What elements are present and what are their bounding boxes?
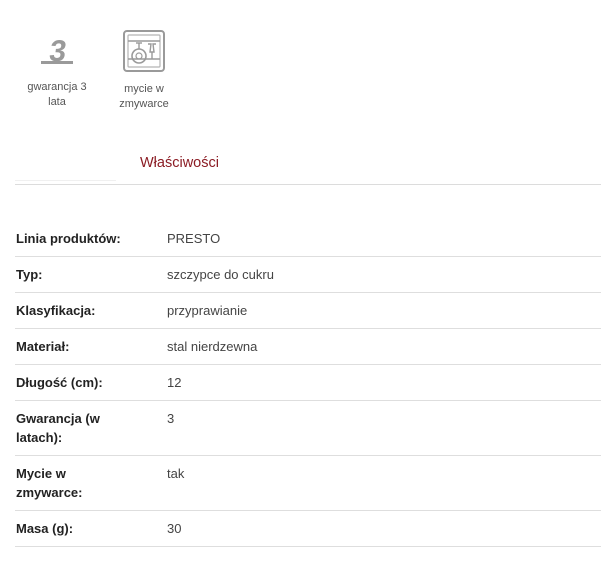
- badge-dishwasher: mycie w zmywarce: [104, 30, 184, 112]
- property-key: Klasyfikacja:: [16, 303, 96, 318]
- table-row: Masa (g): 30: [15, 511, 601, 547]
- section-divider: [15, 180, 601, 185]
- property-key: Materiał:: [16, 339, 70, 354]
- warranty-3-years-icon: 3: [41, 35, 73, 68]
- table-row: Typ: szczypce do cukru: [15, 257, 601, 293]
- properties-table: Linia produktów: PRESTO Typ: szczypce do…: [15, 220, 601, 547]
- property-key: Długość (cm):: [16, 375, 103, 390]
- property-value: 30: [167, 521, 182, 536]
- property-value: 12: [167, 375, 182, 390]
- property-value: 3: [167, 411, 175, 426]
- table-row: Materiał: stal nierdzewna: [15, 329, 601, 365]
- badge-warranty: 3 gwarancja 3 lata: [17, 30, 97, 110]
- table-row: Klasyfikacja: przyprawianie: [15, 293, 601, 329]
- badge-warranty-label: gwarancja 3 lata: [27, 81, 87, 108]
- property-value: przyprawianie: [167, 303, 248, 318]
- section-title[interactable]: Właściwości: [140, 155, 219, 171]
- property-key: Linia produktów:: [16, 231, 121, 246]
- property-value: tak: [167, 466, 185, 481]
- property-key: Typ:: [16, 267, 43, 282]
- table-row: Mycie w zmywarce: tak: [15, 456, 601, 511]
- property-key: Masa (g):: [16, 521, 74, 536]
- badge-dishwasher-label: mycie w zmywarce: [119, 83, 169, 110]
- property-key: Gwarancja (w latach):: [16, 411, 100, 445]
- table-row: Linia produktów: PRESTO: [15, 220, 601, 257]
- property-value: stal nierdzewna: [167, 339, 258, 354]
- dishwasher-safe-icon: [123, 30, 165, 72]
- property-value: szczypce do cukru: [167, 267, 274, 282]
- property-value: PRESTO: [167, 231, 221, 246]
- table-row: Gwarancja (w latach): 3: [15, 401, 601, 456]
- table-row: Długość (cm): 12: [15, 365, 601, 401]
- property-key: Mycie w zmywarce:: [16, 466, 83, 500]
